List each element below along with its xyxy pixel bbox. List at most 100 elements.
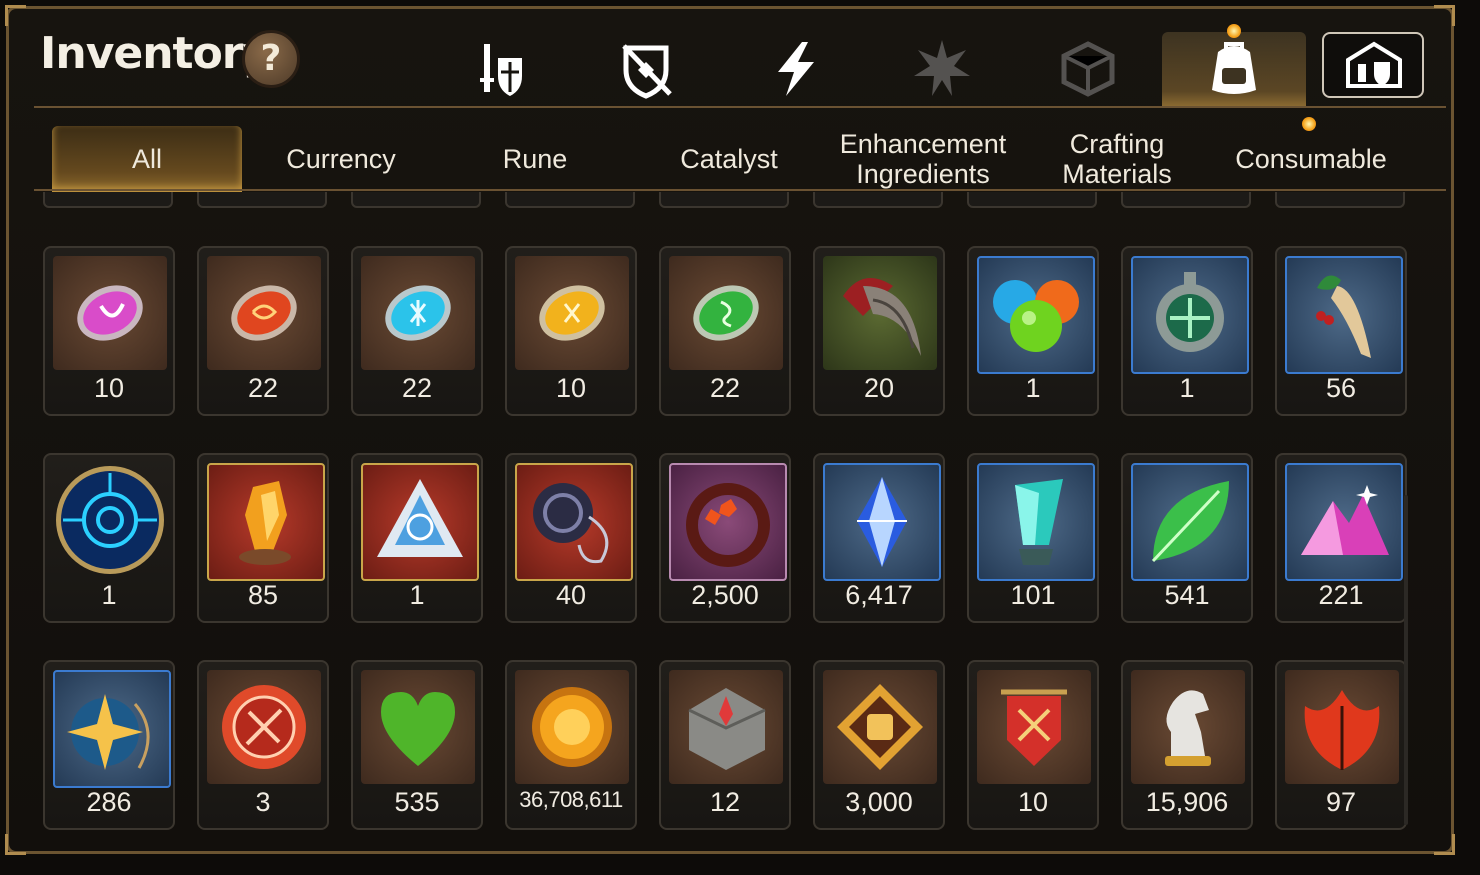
star-amulet-icon [53,670,171,788]
item-slot-partial[interactable] [813,192,943,208]
item-slot[interactable]: 286 [43,660,175,830]
item-slot[interactable]: 56 [1275,246,1407,416]
item-slot[interactable]: 20 [813,246,945,416]
item-quantity: 22 [247,373,279,403]
item-slot[interactable]: 1 [1121,246,1253,416]
item-quantity: 221 [1318,580,1364,610]
tab-consumable[interactable]: Consumable [1216,126,1406,192]
war-banner-icon [977,670,1091,784]
item-slot[interactable]: 36,708,611 [505,660,637,830]
item-quantity: 10 [1017,787,1049,817]
pink-rune-icon [53,256,167,370]
item-slot[interactable]: 3 [197,660,329,830]
tab-catalyst[interactable]: Catalyst [634,126,824,192]
item-quantity: 22 [401,373,433,403]
tab-enhancement-ingredients[interactable]: Enhancement Ingredients [828,126,1018,192]
portal-disc-icon [53,463,167,577]
item-slot[interactable]: 541 [1121,453,1253,623]
item-quantity: 1 [1179,373,1195,403]
item-slot[interactable]: 97 [1275,660,1407,830]
item-slot[interactable]: 2,500 [659,453,791,623]
stone-compass-icon [669,670,783,784]
item-quantity: 20 [863,373,895,403]
item-slot[interactable]: 10 [43,246,175,416]
item-slot-partial[interactable] [505,192,635,208]
item-slot[interactable]: 22 [197,246,329,416]
item-quantity: 85 [247,580,279,610]
item-quantity: 40 [555,580,587,610]
castle-icon [1346,41,1402,88]
item-slot[interactable]: 15,906 [1121,660,1253,830]
scrollbar[interactable] [1404,495,1408,825]
item-slot[interactable]: 10 [967,660,1099,830]
item-slot-partial[interactable] [967,192,1097,208]
gold-coin-icon [515,670,629,784]
crossed-shield-icon[interactable] [616,38,676,100]
item-slot[interactable]: 535 [351,660,483,830]
lightning-icon[interactable] [766,38,826,100]
item-slot[interactable]: 22 [659,246,791,416]
item-slot[interactable]: 6,417 [813,453,945,623]
tab-currency[interactable]: Currency [246,126,436,192]
item-slot[interactable]: 221 [1275,453,1407,623]
cube-icon[interactable] [1058,38,1118,100]
backpack-icon[interactable] [1204,38,1264,100]
page-title: Inventory [40,28,271,79]
item-quantity: 97 [1325,787,1357,817]
blue-crystal-icon [823,463,941,581]
item-quantity: 1 [1025,373,1041,403]
flower-ring-icon [669,463,787,581]
fire-crystal-icon [207,463,325,581]
item-quantity: 15,906 [1145,787,1229,817]
item-quantity: 3,000 [845,787,913,817]
green-rune-icon [669,256,783,370]
castle-tab[interactable] [1322,32,1424,98]
item-quantity: 535 [394,787,440,817]
sword-shield-icon[interactable] [470,38,530,100]
burst-icon[interactable] [912,38,972,100]
item-quantity: 1 [409,580,425,610]
frame-corner [5,834,26,855]
item-slot-partial[interactable] [1121,192,1251,208]
item-slot[interactable]: 3,000 [813,660,945,830]
item-slot[interactable]: 40 [505,453,637,623]
item-slot-partial[interactable] [43,192,173,208]
item-quantity: 56 [1325,373,1357,403]
claw-icon [823,256,937,370]
item-slot-partial[interactable] [351,192,481,208]
tab-all[interactable]: All [52,126,242,192]
item-slot-partial[interactable] [197,192,327,208]
item-quantity: 10 [555,373,587,403]
item-quantity: 12 [709,787,741,817]
item-slot[interactable]: 85 [197,453,329,623]
divider [34,106,1446,108]
item-quantity: 1 [101,580,117,610]
notification-dot [1302,117,1316,131]
tab-crafting-materials[interactable]: Crafting Materials [1022,126,1212,192]
item-slot[interactable]: 101 [967,453,1099,623]
tab-rune[interactable]: Rune [440,126,630,192]
green-heart-icon [361,670,475,784]
item-quantity: 286 [86,787,132,817]
item-slot[interactable]: 22 [351,246,483,416]
notification-dot [1227,24,1241,38]
chess-knight-icon [1131,670,1245,784]
blue-rune-icon [361,256,475,370]
item-slot[interactable]: 1 [43,453,175,623]
medallion-icon [1131,256,1249,374]
item-slot[interactable]: 10 [505,246,637,416]
item-slot-partial[interactable] [1275,192,1405,208]
red-rune-icon [207,256,321,370]
item-quantity: 101 [1010,580,1056,610]
item-slot[interactable]: 12 [659,660,791,830]
triangle-gem-icon [361,463,479,581]
item-slot[interactable]: 1 [967,246,1099,416]
item-slot-partial[interactable] [659,192,789,208]
help-button[interactable]: ? [242,30,300,88]
necklace-icon [515,463,633,581]
item-slot[interactable]: 1 [351,453,483,623]
teal-prism-icon [977,463,1095,581]
red-leaf-icon [1285,670,1399,784]
frame-corner [1434,834,1455,855]
yellow-rune-icon [515,256,629,370]
